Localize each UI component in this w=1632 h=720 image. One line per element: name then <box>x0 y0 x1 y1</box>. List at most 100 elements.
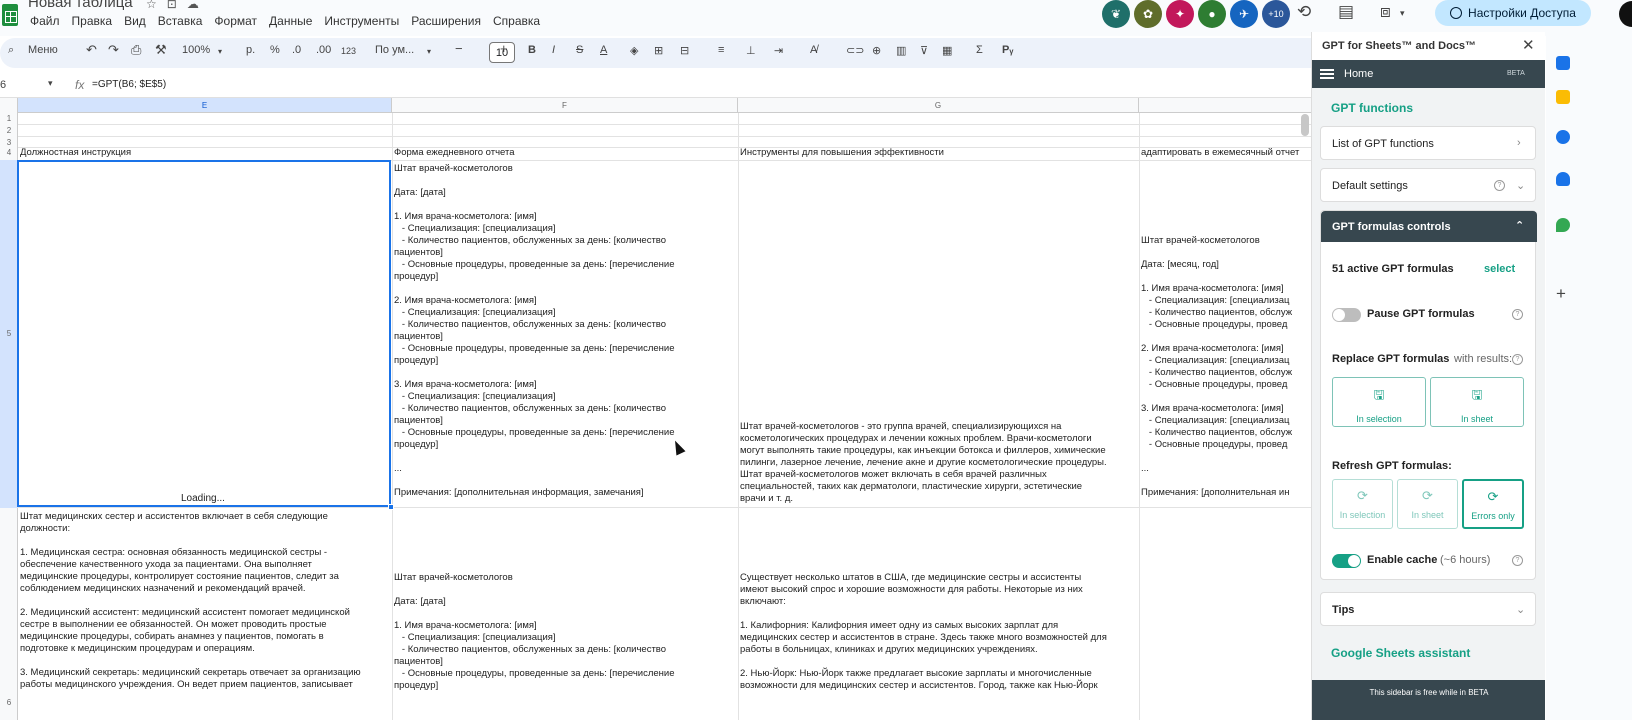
redo-icon[interactable]: ↷ <box>108 42 119 58</box>
bold-icon[interactable]: B <box>528 44 536 56</box>
formula-input[interactable]: =GPT(B6; $E$5) <box>92 79 166 90</box>
move-icon[interactable]: ⊡ <box>167 0 187 11</box>
cell-g-description[interactable]: Штат врачей-косметологов - это группа вр… <box>740 421 1138 507</box>
menu-view[interactable]: Вид <box>124 14 146 28</box>
name-box-caret-icon[interactable]: ▾ <box>48 78 53 89</box>
cloud-status-icon[interactable]: ☁ <box>187 0 209 11</box>
avatar[interactable]: ✦ <box>1166 0 1194 28</box>
sheets-logo-icon[interactable] <box>2 4 18 26</box>
fill-handle[interactable] <box>388 504 394 510</box>
avatar[interactable]: ● <box>1198 0 1226 28</box>
cell-g-states[interactable]: Существует несколько штатов в США, где м… <box>740 572 1138 720</box>
cell-f-report[interactable]: Штат врачей-косметологов Дата: [дата] 1.… <box>394 163 736 507</box>
header-cell-e[interactable]: Должностная инструкция <box>20 147 131 159</box>
column-header-f[interactable]: F <box>392 98 738 113</box>
contacts-icon[interactable] <box>1556 172 1570 186</box>
fill-color-icon[interactable]: ◈ <box>630 44 638 57</box>
row-number[interactable]: 1 <box>0 114 18 123</box>
calendar-icon[interactable] <box>1556 56 1570 70</box>
menu-file[interactable]: Файл <box>30 14 60 28</box>
header-cell-g[interactable]: Инструменты для повышения эффективности <box>740 147 944 159</box>
comment-icon[interactable]: ⊕ <box>872 44 881 57</box>
filter-icon[interactable]: ⊽ <box>920 44 928 57</box>
font-select[interactable]: По ум... <box>375 44 414 56</box>
enable-cache-toggle[interactable] <box>1332 554 1361 568</box>
more-collaborators-badge[interactable]: +10 <box>1262 0 1290 28</box>
text-rotation-icon[interactable]: A̸ <box>810 44 817 56</box>
share-button[interactable]: Настройки Доступа <box>1435 0 1591 26</box>
text-color-icon[interactable]: A <box>600 44 607 56</box>
nav-home[interactable]: Home <box>1344 68 1373 80</box>
column-header-e[interactable]: E <box>18 98 392 113</box>
menu-data[interactable]: Данные <box>269 14 312 28</box>
refresh-in-selection-button[interactable]: ⟳ In selection <box>1332 479 1393 529</box>
number-format[interactable]: 123 <box>341 46 356 56</box>
menu-insert[interactable]: Вставка <box>158 14 203 28</box>
functions-icon[interactable]: Σ <box>976 44 983 56</box>
name-box[interactable]: 6 <box>0 79 6 91</box>
increase-decimal[interactable]: .00 <box>316 44 331 56</box>
meet-icon[interactable]: ⧈ <box>1380 2 1391 22</box>
borders-icon[interactable]: ⊞ <box>654 44 663 57</box>
zoom-select[interactable]: 100% <box>182 44 210 56</box>
search-icon[interactable]: ⌕ <box>8 44 14 57</box>
paint-format-icon[interactable]: ⚒ <box>155 42 167 58</box>
strikethrough-icon[interactable]: S <box>576 44 583 56</box>
replace-in-sheet-button[interactable]: 🖫 In sheet <box>1430 377 1524 427</box>
menu-help[interactable]: Справка <box>493 14 540 28</box>
print-icon[interactable]: ⎙ <box>131 42 141 58</box>
select-link[interactable]: select <box>1484 263 1515 275</box>
currency-format[interactable]: р. <box>246 44 255 56</box>
row-number[interactable]: 6 <box>0 698 18 707</box>
menu-extensions[interactable]: Расширения <box>411 14 481 28</box>
cell-h-monthly[interactable]: Штат врачей-косметологов Дата: [месяц, г… <box>1141 235 1301 507</box>
link-icon[interactable]: ⊂⊃ <box>846 44 864 57</box>
row-number[interactable]: 4 <box>0 148 18 157</box>
menu-search[interactable]: Меню <box>28 44 58 56</box>
horizontal-align-icon[interactable]: ≡ <box>718 44 724 56</box>
add-addon-icon[interactable]: + <box>1556 284 1566 304</box>
document-title[interactable]: Новая таблица <box>28 0 133 11</box>
font-size-decrease-icon[interactable]: − <box>455 41 463 56</box>
chart-icon[interactable]: ▥ <box>896 44 906 57</box>
hamburger-menu-icon[interactable] <box>1320 69 1334 79</box>
spreadsheet-grid[interactable]: E F G 1 2 3 4 5 6 Должностная инструкция… <box>0 98 1366 720</box>
avatar[interactable]: ✿ <box>1134 0 1162 28</box>
percent-format[interactable]: % <box>270 44 280 56</box>
row-number[interactable]: 3 <box>0 138 18 147</box>
merge-cells-icon[interactable]: ⊟ <box>680 44 689 57</box>
text-wrap-icon[interactable]: ⇥ <box>774 44 783 57</box>
avatar[interactable]: ❦ <box>1102 0 1130 28</box>
vertical-scrollbar-thumb[interactable] <box>1301 114 1309 136</box>
cell-f-report-2[interactable]: Штат врачей-косметологов Дата: [дата] 1.… <box>394 572 736 720</box>
font-size-increase-icon[interactable]: + <box>500 41 508 56</box>
help-icon[interactable]: ? <box>1512 354 1523 365</box>
maps-icon[interactable] <box>1556 218 1570 232</box>
help-icon[interactable]: ? <box>1512 309 1523 320</box>
cell-e-staff[interactable]: Штат медицинских сестер и ассистентов вк… <box>20 511 390 720</box>
filter-views-icon[interactable]: ▦ <box>942 44 952 57</box>
active-cell-selection[interactable] <box>17 160 391 507</box>
italic-icon[interactable]: I <box>552 44 555 56</box>
meet-dropdown-icon[interactable]: ▾ <box>1400 8 1405 19</box>
help-icon[interactable]: ? <box>1512 555 1523 566</box>
menu-format[interactable]: Формат <box>214 14 257 28</box>
avatar[interactable]: ✈ <box>1230 0 1258 28</box>
row-number[interactable]: 5 <box>0 329 18 338</box>
decrease-decimal[interactable]: .0 <box>292 44 301 56</box>
keep-icon[interactable] <box>1556 90 1570 104</box>
font-caret-icon[interactable]: ▾ <box>427 47 431 56</box>
refresh-errors-only-button[interactable]: ⟳ Errors only <box>1462 479 1524 529</box>
tasks-icon[interactable] <box>1556 130 1570 144</box>
vertical-align-icon[interactable]: ⊥ <box>746 44 756 57</box>
input-tools-icon[interactable]: Рᵧ <box>1002 44 1013 56</box>
refresh-in-sheet-button[interactable]: ⟳ In sheet <box>1397 479 1458 529</box>
undo-icon[interactable]: ↶ <box>86 42 97 58</box>
pause-formulas-toggle[interactable] <box>1332 308 1361 322</box>
menu-tools[interactable]: Инструменты <box>324 14 399 28</box>
column-header-g[interactable]: G <box>738 98 1139 113</box>
history-icon[interactable]: ⟲ <box>1297 2 1311 22</box>
list-functions-card[interactable]: List of GPT functions › <box>1320 126 1536 160</box>
tips-card[interactable]: Tips ⌄ <box>1320 592 1536 626</box>
help-icon[interactable]: ? <box>1494 180 1505 191</box>
